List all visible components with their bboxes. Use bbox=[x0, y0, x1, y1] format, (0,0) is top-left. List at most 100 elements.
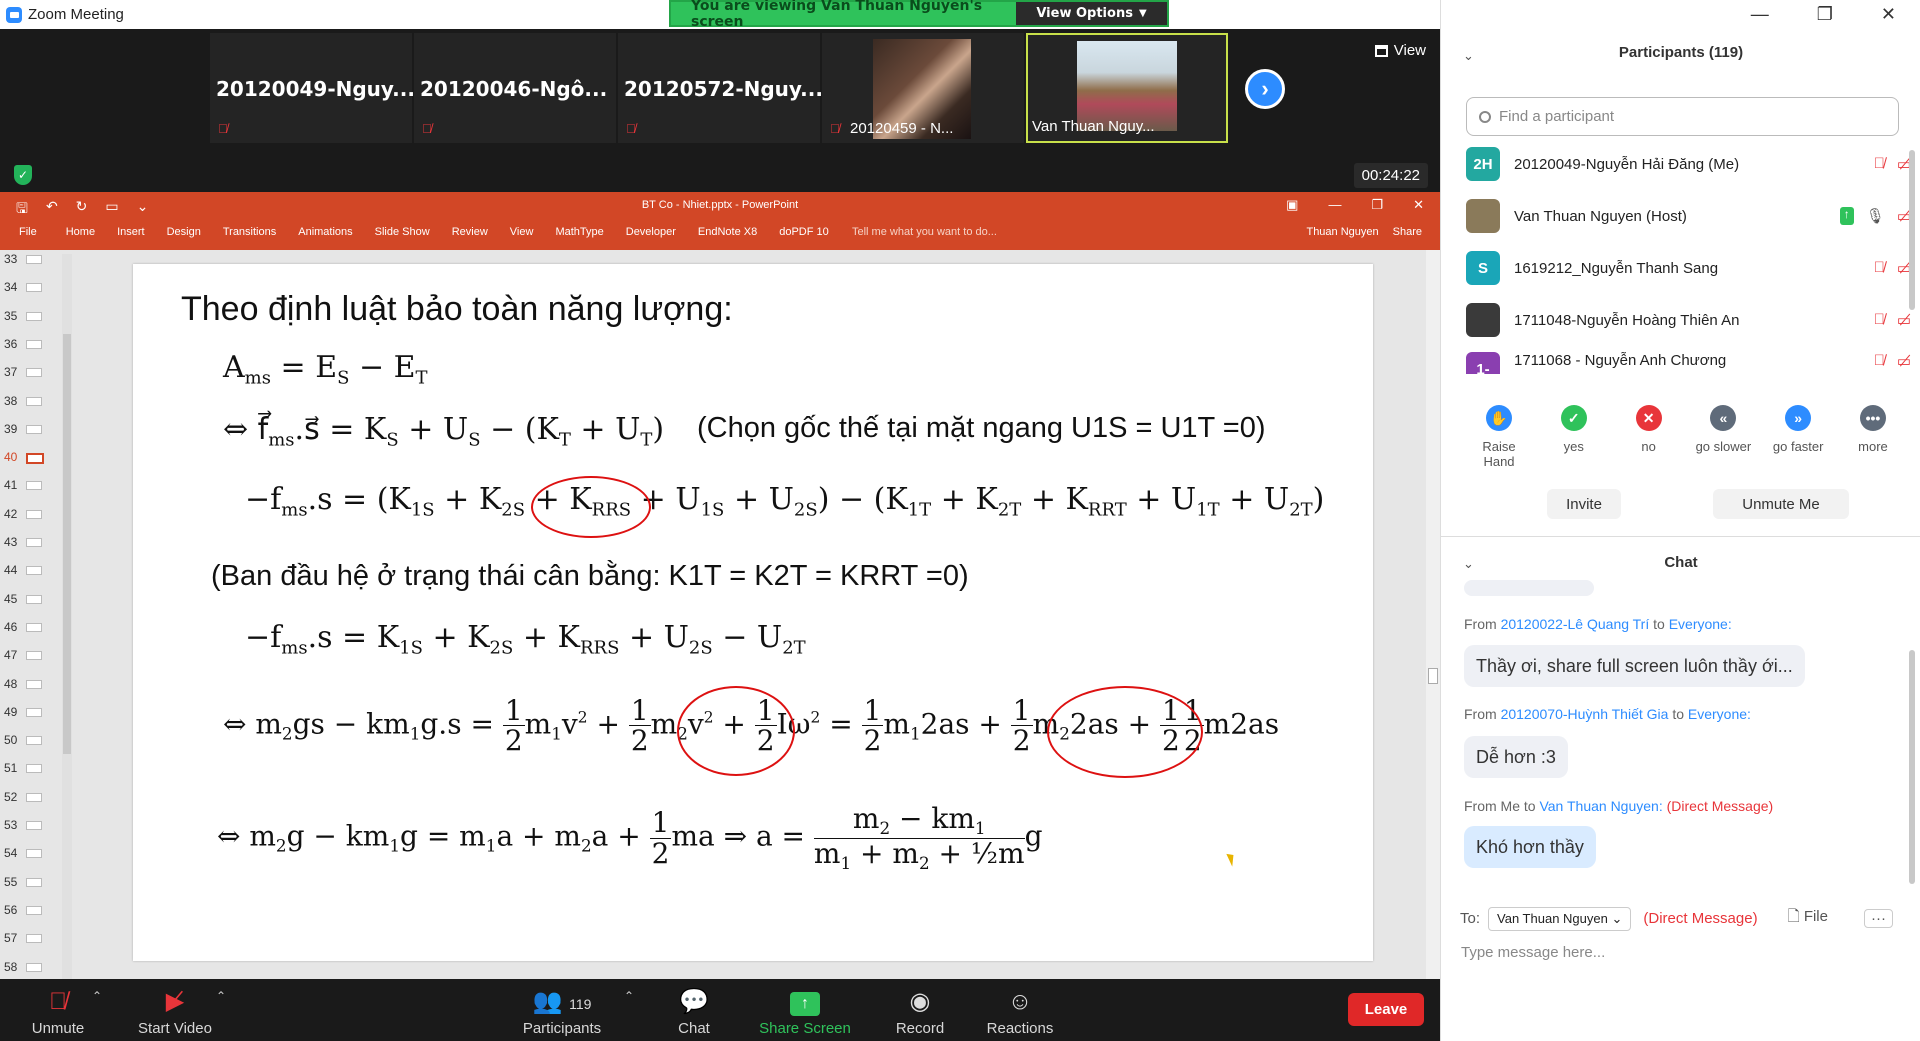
chat-message: Dễ hơn :3 bbox=[1464, 736, 1568, 778]
unmute-button[interactable]: 🎙̸ Unmute bbox=[28, 979, 88, 1041]
video-strip: 20120049-Nguy... 🎙̸ 20120046-Ngô... 🎙̸ 2… bbox=[0, 29, 1440, 192]
view-options-button[interactable]: View Options ▼ bbox=[1016, 2, 1167, 25]
chat-button[interactable]: 💬 Chat bbox=[666, 979, 722, 1041]
participant-search-input[interactable]: Find a participant bbox=[1466, 97, 1899, 136]
video-tile[interactable]: 20120572-Nguy... 🎙̸ bbox=[618, 33, 823, 143]
ppt-menu-item: Animations bbox=[298, 226, 353, 238]
slide-number: 34 bbox=[4, 280, 18, 295]
participants-options-chevron-icon[interactable]: ⌃ bbox=[624, 989, 634, 1003]
slide-thumbnail bbox=[26, 311, 42, 321]
slide-note-reference-level: (Chọn gốc thế tại mặt ngang U1S = U1T =0… bbox=[697, 412, 1266, 444]
chat-message: Thầy ơi, share full screen luôn thầy ới.… bbox=[1464, 645, 1805, 687]
slide-thumbnail bbox=[26, 509, 42, 519]
equation-line: ⇔ f⃗ms.s⃗ = KS + US − (KT + UT) bbox=[223, 412, 665, 451]
shared-screen: 🖫 ↶ ↻ ▭ ⌄ BT Co - Nhiet.pptx - PowerPoin… bbox=[0, 192, 1440, 979]
chat-message-input[interactable]: Type message here... bbox=[1461, 944, 1605, 961]
file-button[interactable]: 🗋 File bbox=[1788, 906, 1828, 931]
reaction-more-button[interactable]: ••• more bbox=[1840, 405, 1906, 469]
chat-recipient-row: To: Van Thuan Nguyen ⌄ (Direct Message) … bbox=[1460, 906, 1893, 931]
divider bbox=[1441, 536, 1920, 537]
encryption-shield-icon[interactable]: ✓ bbox=[14, 165, 32, 185]
meeting-toolbar: 🎙̸ Unmute ⌃ ▶̸ Start Video ⌃ 👥 119 Parti… bbox=[0, 979, 1440, 1041]
invite-button[interactable]: Invite bbox=[1547, 489, 1621, 519]
slide-thumbnail bbox=[26, 764, 42, 774]
audio-options-chevron-icon[interactable]: ⌃ bbox=[92, 989, 102, 1003]
participant-scrollbar[interactable] bbox=[1909, 150, 1915, 310]
minimize-icon[interactable]: — bbox=[1751, 4, 1769, 25]
chat-message-meta: From 20120070-Huỳnh Thiết Gia to Everyon… bbox=[1464, 706, 1751, 722]
reaction-yes-button[interactable]: ✓ yes bbox=[1541, 405, 1607, 469]
slide-thumbnail bbox=[26, 594, 42, 604]
reactions-button[interactable]: ☺ Reactions bbox=[982, 979, 1058, 1041]
chat-scrollbar[interactable] bbox=[1909, 650, 1915, 884]
muted-mic-icon: 🎙̸ bbox=[830, 121, 840, 136]
video-tile-active-speaker[interactable]: Van Thuan Nguy... bbox=[1026, 33, 1228, 143]
record-button[interactable]: ◉ Record bbox=[890, 979, 950, 1041]
participant-row[interactable]: S 1619212_Nguyễn Thanh Sang 🎙̸ ▭̸ bbox=[1466, 250, 1911, 286]
reaction-go-faster-button[interactable]: » go faster bbox=[1765, 405, 1831, 469]
reaction-go-slower-button[interactable]: « go slower bbox=[1690, 405, 1756, 469]
video-tile[interactable]: 20120049-Nguy... 🎙̸ bbox=[210, 33, 415, 143]
video-off-icon: ▶̸ bbox=[165, 988, 185, 1015]
annotation-circle bbox=[1047, 686, 1203, 778]
ppt-menu-item: MathType bbox=[555, 226, 604, 238]
direct-message-label: (Direct Message) bbox=[1643, 910, 1758, 927]
thumbnail-scrollbar bbox=[62, 254, 72, 979]
participant-row[interactable]: Van Thuan Nguyen (Host) ↑ 🎙 ▭̸ bbox=[1466, 198, 1911, 234]
participant-row[interactable]: 2H 20120049-Nguyễn Hải Đăng (Me) 🎙̸ ▭̸ bbox=[1466, 146, 1911, 182]
unmute-me-button[interactable]: Unmute Me bbox=[1713, 489, 1849, 519]
participants-icon: 👥 119 bbox=[532, 988, 592, 1015]
view-button[interactable]: View bbox=[1374, 42, 1426, 59]
slide-number: 56 bbox=[4, 902, 18, 917]
video-options-chevron-icon[interactable]: ⌃ bbox=[216, 989, 226, 1003]
restore-icon[interactable]: ❐ bbox=[1817, 4, 1833, 25]
equation-line: −fms.s = (K1S + K2S + KRRS + U1S + U2S) … bbox=[245, 482, 1325, 521]
chevron-down-icon: ⌄ bbox=[1611, 910, 1623, 926]
close-icon[interactable]: ✕ bbox=[1881, 4, 1896, 25]
chat-sender-link[interactable]: 20120070-Huỳnh Thiết Gia bbox=[1501, 706, 1669, 722]
tile-name: 20120046-Ngô... bbox=[420, 77, 608, 101]
avatar: S bbox=[1466, 251, 1500, 285]
start-video-button[interactable]: ▶̸ Start Video bbox=[130, 979, 220, 1041]
slide-thumbnail bbox=[26, 679, 42, 689]
next-page-button[interactable]: › bbox=[1245, 69, 1285, 109]
ppt-title: BT Co - Nhiet.pptx - PowerPoint bbox=[641, 199, 799, 211]
muted-mic-icon: 🎙̸ bbox=[1873, 155, 1885, 172]
slide-number: 58 bbox=[4, 959, 18, 974]
muted-mic-icon: 🎙̸ bbox=[626, 121, 636, 136]
ppt-menu: File Home Insert Design Transitions Animation… bbox=[0, 226, 840, 238]
recipient-select[interactable]: Van Thuan Nguyen ⌄ bbox=[1488, 906, 1632, 931]
chat-icon: 💬 bbox=[679, 988, 709, 1015]
participant-name: Van Thuan Nguyen (Host) bbox=[1514, 207, 1687, 225]
participants-button[interactable]: 👥 119 Participants bbox=[520, 979, 604, 1041]
chat-sender-link[interactable]: 20120022-Lê Quang Trí bbox=[1501, 616, 1650, 632]
participant-row[interactable]: 1- 1711068 - Nguyễn Anh Chương 🎙̸ ▭̸ bbox=[1466, 352, 1911, 374]
muted-mic-icon: 🎙̸ bbox=[49, 988, 67, 1015]
ppt-user-name: Thuan Nguyen bbox=[1306, 226, 1379, 238]
chat-message-own: Khó hơn thầy bbox=[1464, 826, 1596, 868]
chevron-right-icon: › bbox=[1261, 76, 1269, 101]
viewing-message: You are viewing Van Thuan Nguyen's scree… bbox=[691, 0, 983, 30]
chat-header: Chat bbox=[1664, 554, 1698, 571]
participant-name: 1711068 - Nguyễn Anh Chương bbox=[1514, 352, 1727, 369]
more-options-icon[interactable]: ··· bbox=[1863, 909, 1893, 928]
participant-row[interactable]: 1711048-Nguyễn Hoàng Thiên An 🎙̸ ▭̸ bbox=[1466, 302, 1911, 338]
slide-thumbnail bbox=[26, 849, 42, 859]
chat-recipient-link[interactable]: Van Thuan Nguyen: bbox=[1539, 798, 1662, 814]
ppt-menu-item: Home bbox=[65, 226, 96, 238]
slide-thumbnail bbox=[26, 283, 42, 293]
ppt-share-label: Share bbox=[1392, 226, 1422, 238]
video-tile[interactable]: 20120046-Ngô... 🎙̸ bbox=[414, 33, 616, 143]
video-tile[interactable]: 🎙̸ 20120459 - N... bbox=[822, 33, 1024, 143]
share-screen-button[interactable]: ↑ Share Screen bbox=[756, 979, 854, 1041]
leave-button[interactable]: Leave bbox=[1348, 993, 1424, 1026]
ppt-menu-item: Insert bbox=[117, 226, 145, 238]
participants-header: Participants (119) bbox=[1618, 44, 1744, 61]
reaction-raise-hand-button[interactable]: ✋ Raise Hand bbox=[1466, 405, 1532, 469]
ppt-ribbon: 🖫 ↶ ↻ ▭ ⌄ BT Co - Nhiet.pptx - PowerPoin… bbox=[0, 192, 1440, 250]
slide-thumbnail bbox=[26, 255, 42, 264]
participant-name: 1619212_Nguyễn Thanh Sang bbox=[1514, 259, 1719, 277]
reaction-no-button[interactable]: ✕ no bbox=[1616, 405, 1682, 469]
slide-thumbnail bbox=[26, 962, 42, 972]
slide-thumbnails-pane: 33 34 35 36 37 38 39 40 41 42 43 44 45 46 47 48 49 50 51 52… bbox=[0, 250, 66, 979]
